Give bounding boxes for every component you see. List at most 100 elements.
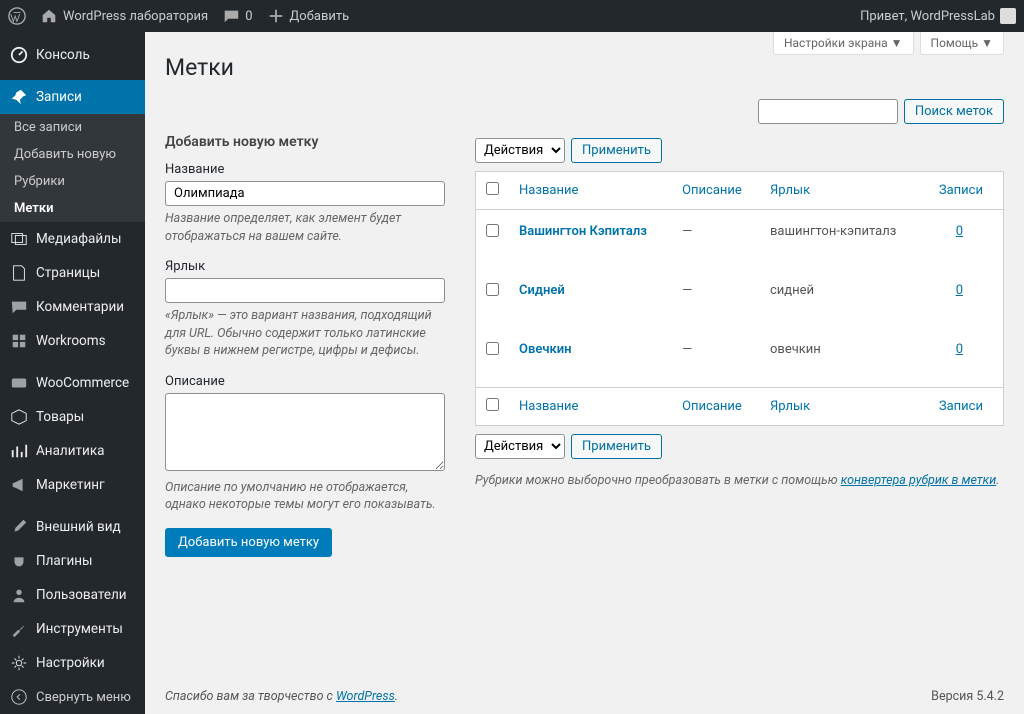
table-row: Овечкин — овечкин 0 [476, 328, 1003, 387]
collapse-menu[interactable]: Свернуть меню [0, 680, 145, 714]
submenu-categories[interactable]: Рубрики [0, 168, 145, 195]
menu-media[interactable]: Медиафайлы [0, 222, 145, 256]
select-all-top[interactable] [486, 182, 499, 195]
col-name[interactable]: Название [509, 172, 672, 210]
name-label: Название [165, 162, 445, 177]
comments-link[interactable]: 0 [222, 7, 252, 25]
tag-posts-count[interactable]: 0 [956, 342, 983, 357]
admin-toolbar: WordPress лаборатория 0 Добавить Привет,… [0, 0, 1024, 32]
menu-plugins[interactable]: Плагины [0, 544, 145, 578]
comments-count: 0 [245, 9, 252, 24]
menu-dashboard[interactable]: Консоль [0, 38, 145, 72]
col-posts[interactable]: Записи [921, 172, 1003, 210]
media-icon [10, 230, 28, 248]
row-checkbox[interactable] [486, 224, 499, 237]
megaphone-icon [10, 476, 28, 494]
submenu-tags[interactable]: Метки [0, 195, 145, 222]
search-input[interactable] [758, 99, 898, 124]
wordpress-link[interactable]: WordPress [336, 689, 395, 704]
menu-tools[interactable]: Инструменты [0, 612, 145, 646]
select-all-bottom[interactable] [486, 398, 499, 411]
tag-name-link[interactable]: Овечкин [519, 342, 572, 357]
table-row: Сидней — сидней 0 [476, 269, 1003, 328]
tag-slug-input[interactable] [165, 278, 445, 303]
gear-icon [10, 654, 28, 672]
bulk-actions-select-top[interactable]: Действия [475, 138, 565, 163]
user-greeting[interactable]: Привет, WordPressLab [860, 8, 1016, 24]
greeting-text: Привет, WordPressLab [860, 9, 995, 24]
row-checkbox[interactable] [486, 342, 499, 355]
apply-button-bottom[interactable]: Применить [571, 434, 662, 459]
description-desc: Описание по умолчанию не отображается, о… [165, 479, 445, 514]
plugin-icon [10, 552, 28, 570]
collapse-icon [10, 688, 28, 706]
avatar [1000, 8, 1016, 24]
tag-name-link[interactable]: Вашингтон Кэпиталз [519, 224, 647, 239]
wp-logo-menu[interactable] [8, 7, 26, 25]
wordpress-icon [8, 7, 26, 25]
submenu-posts: Все записи Добавить новую Рубрики Метки [0, 114, 145, 222]
tag-desc: — [672, 210, 760, 269]
submenu-add-new[interactable]: Добавить новую [0, 141, 145, 168]
add-new-link[interactable]: Добавить [267, 7, 350, 25]
tag-slug: сидней [760, 269, 921, 328]
menu-settings[interactable]: Настройки [0, 646, 145, 680]
menu-marketing[interactable]: Маркетинг [0, 468, 145, 502]
menu-comments[interactable]: Комментарии [0, 290, 145, 324]
tag-desc: — [672, 269, 760, 328]
screen-options-tab[interactable]: Настройки экрана ▼ [773, 32, 914, 55]
pin-icon [10, 88, 28, 106]
menu-users[interactable]: Пользователи [0, 578, 145, 612]
product-icon [10, 408, 28, 426]
help-tab[interactable]: Помощь ▼ [920, 32, 1004, 55]
workrooms-icon [10, 332, 28, 350]
chart-icon [10, 442, 28, 460]
search-button[interactable]: Поиск меток [904, 99, 1004, 124]
converter-note: Рубрики можно выборочно преобразовать в … [475, 473, 1004, 488]
menu-woocommerce[interactable]: WooCommerce [0, 366, 145, 400]
row-checkbox[interactable] [486, 283, 499, 296]
comment-icon [10, 298, 28, 316]
form-heading: Добавить новую метку [165, 134, 445, 150]
table-row: Вашингтон Кэпиталз — вашингтон-кэпиталз … [476, 210, 1003, 269]
name-desc: Название определяет, как элемент будет о… [165, 210, 445, 245]
submenu-all-posts[interactable]: Все записи [0, 114, 145, 141]
bulk-actions-select-bottom[interactable]: Действия [475, 434, 565, 459]
users-icon [10, 586, 28, 604]
slug-desc: «Ярлык» — это вариант названия, подходящ… [165, 307, 445, 360]
site-name-link[interactable]: WordPress лаборатория [40, 7, 208, 25]
submit-button[interactable]: Добавить новую метку [165, 528, 332, 557]
page-title: Метки [165, 54, 1004, 81]
wrench-icon [10, 620, 28, 638]
tag-slug: овечкин [760, 328, 921, 387]
home-icon [40, 7, 58, 25]
tag-posts-count[interactable]: 0 [956, 283, 983, 298]
converter-link[interactable]: конвертера рубрик в метки [841, 473, 997, 488]
tag-desc: — [672, 328, 760, 387]
woo-icon [10, 374, 28, 392]
menu-workrooms[interactable]: Workrooms [0, 324, 145, 358]
tags-table: Название Описание Ярлык Записи Вашингтон… [475, 171, 1004, 426]
menu-posts[interactable]: Записи [0, 80, 145, 114]
footer-thanks: Спасибо вам за творчество с WordPress. [165, 689, 398, 704]
description-label: Описание [165, 374, 445, 389]
tag-name-link[interactable]: Сидней [519, 283, 565, 298]
dashboard-icon [10, 46, 28, 64]
tag-posts-count[interactable]: 0 [956, 224, 983, 239]
add-new-text: Добавить [290, 9, 350, 24]
menu-products[interactable]: Товары [0, 400, 145, 434]
page-icon [10, 264, 28, 282]
site-name-text: WordPress лаборатория [63, 9, 208, 24]
tag-slug: вашингтон-кэпиталз [760, 210, 921, 269]
comment-icon [222, 7, 240, 25]
tag-description-input[interactable] [165, 393, 445, 471]
col-slug[interactable]: Ярлык [760, 172, 921, 210]
menu-pages[interactable]: Страницы [0, 256, 145, 290]
menu-appearance[interactable]: Внешний вид [0, 510, 145, 544]
brush-icon [10, 518, 28, 536]
tag-name-input[interactable] [165, 181, 445, 206]
apply-button-top[interactable]: Применить [571, 138, 662, 163]
col-desc[interactable]: Описание [672, 172, 760, 210]
footer-version: Версия 5.4.2 [931, 689, 1004, 704]
menu-analytics[interactable]: Аналитика [0, 434, 145, 468]
